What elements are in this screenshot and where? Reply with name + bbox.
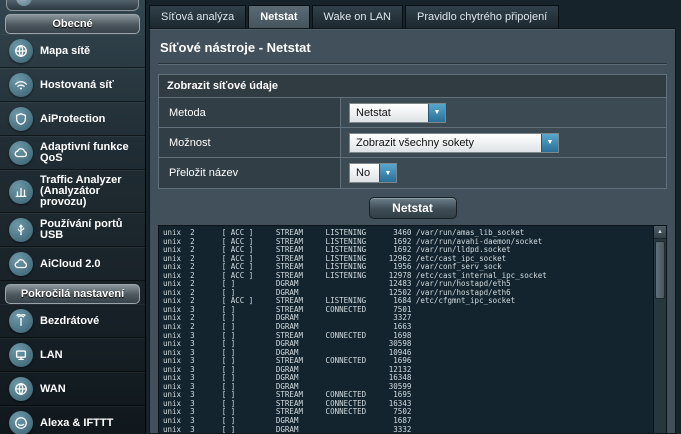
sidebar-item-label: WAN	[40, 384, 66, 395]
form-row-method: Metoda Netstat ▼	[159, 98, 666, 128]
sidebar-item-label: Hostovaná síť	[40, 80, 114, 91]
sidebar-top-button-partial[interactable]	[6, 0, 139, 11]
sidebar-item-label: LAN	[40, 350, 63, 361]
netstat-button[interactable]: Netstat	[369, 197, 457, 219]
sidebar-item-label: Bezdrátové	[40, 316, 99, 327]
form-section-title: Zobrazit síťové údaje	[159, 75, 666, 98]
sidebar-item-lan[interactable]: LAN	[0, 338, 145, 372]
netstat-form: Zobrazit síťové údaje Metoda Netstat ▼ M…	[158, 74, 667, 189]
cloud-icon	[9, 252, 33, 276]
partial-button-icon	[16, 0, 32, 6]
sidebar-item-label: AiProtection	[40, 114, 105, 125]
chevron-down-icon: ▼	[541, 134, 558, 152]
scroll-up-button[interactable]: ▲	[654, 226, 666, 239]
globe-icon	[9, 377, 33, 401]
scrollbar-thumb[interactable]	[655, 241, 665, 299]
method-select[interactable]: Netstat ▼	[349, 103, 446, 123]
resolve-name-label: Přeložit název	[159, 158, 341, 188]
tab-smart-connect-rule[interactable]: Pravidlo chytrého připojení	[405, 5, 559, 28]
sidebar-item-aiprotection[interactable]: AiProtection	[0, 102, 145, 136]
button-row: Netstat	[150, 197, 675, 219]
sidebar-item-wireless[interactable]: Bezdrátové	[0, 304, 145, 338]
option-label: Možnost	[159, 128, 341, 157]
sidebar-item-wan[interactable]: WAN	[0, 372, 145, 406]
tab-netstat[interactable]: Netstat	[248, 5, 309, 28]
sidebar-item-aicloud[interactable]: AiCloud 2.0	[0, 247, 145, 281]
monitor-icon	[9, 343, 33, 367]
method-select-value: Netstat	[350, 104, 428, 122]
method-label: Metoda	[159, 98, 341, 127]
cloud-icon	[9, 141, 33, 165]
content-panel: Síťové nástroje - Netstat Zobrazit síťov…	[149, 28, 676, 434]
sidebar-item-alexa-ifttt[interactable]: Alexa & IFTTT	[0, 406, 145, 434]
antenna-icon	[9, 309, 33, 333]
sidebar: Obecné Mapa sítě Hostovaná síť AiProtect…	[0, 0, 146, 434]
sidebar-section-advanced: Pokročilá nastavení	[5, 284, 140, 304]
sidebar-item-label: AiCloud 2.0	[40, 259, 101, 270]
sidebar-item-label: Mapa sítě	[40, 46, 90, 57]
sidebar-section-general: Obecné	[5, 14, 140, 34]
globe-icon	[9, 39, 33, 63]
sidebar-item-adaptive-qos[interactable]: Adaptivní funkce QoS	[0, 136, 145, 170]
wifi-icon	[9, 73, 33, 97]
netstat-output[interactable]: unix 2 [ ACC ] STREAM LISTENING 3460 /va…	[158, 225, 667, 434]
chevron-down-icon: ▼	[428, 104, 445, 122]
scrollbar[interactable]: ▲	[653, 226, 666, 434]
tab-bar: Síťová analýza Netstat Wake on LAN Pravi…	[149, 5, 681, 28]
shield-icon	[9, 107, 33, 131]
title-divider	[158, 63, 667, 65]
sidebar-item-guest-network[interactable]: Hostovaná síť	[0, 68, 145, 102]
router-admin-page: Obecné Mapa sítě Hostovaná síť AiProtect…	[0, 0, 681, 434]
sidebar-item-network-map[interactable]: Mapa sítě	[0, 34, 145, 68]
alexa-icon	[9, 411, 33, 434]
tab-wake-on-lan[interactable]: Wake on LAN	[312, 5, 403, 28]
chevron-down-icon: ▼	[379, 164, 396, 182]
sidebar-item-label: Adaptivní funkce QoS	[40, 142, 141, 164]
tab-network-analysis[interactable]: Síťová analýza	[149, 5, 246, 28]
form-row-resolve-name: Přeložit název No ▼	[159, 158, 666, 188]
sidebar-item-label: Traffic Analyzer (Analyzátor provozu)	[40, 175, 141, 208]
resolve-name-select[interactable]: No ▼	[349, 163, 397, 183]
page-title: Síťové nástroje - Netstat	[150, 29, 675, 63]
resolve-name-select-value: No	[350, 164, 379, 182]
sidebar-item-traffic-analyzer[interactable]: Traffic Analyzer (Analyzátor provozu)	[0, 170, 145, 213]
main-content: Síťová analýza Netstat Wake on LAN Pravi…	[149, 0, 681, 434]
usb-icon	[9, 218, 33, 242]
chart-bars-icon	[9, 180, 33, 204]
option-select-value: Zobrazit všechny sokety	[350, 134, 541, 152]
form-row-option: Možnost Zobrazit všechny sokety ▼	[159, 128, 666, 158]
sidebar-item-usb-application[interactable]: Používání portů USB	[0, 213, 145, 247]
netstat-output-text: unix 2 [ ACC ] STREAM LISTENING 3460 /va…	[159, 226, 666, 434]
sidebar-item-label: Používání portů USB	[40, 219, 141, 241]
sidebar-item-label: Alexa & IFTTT	[40, 418, 113, 429]
option-select[interactable]: Zobrazit všechny sokety ▼	[349, 133, 559, 153]
